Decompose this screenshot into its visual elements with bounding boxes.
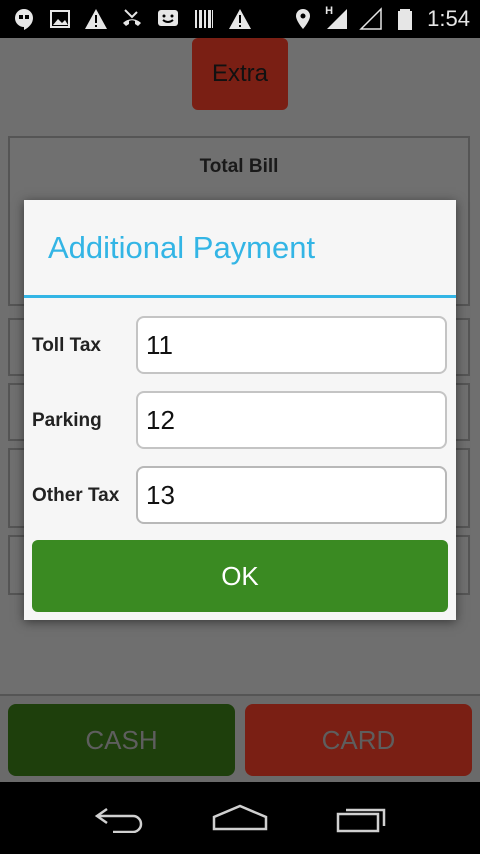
hangouts-icon: [12, 7, 36, 31]
additional-payment-dialog: Additional Payment Toll Tax Parking Othe…: [24, 200, 456, 620]
toll-tax-row: Toll Tax: [24, 316, 456, 374]
status-bar: H 1:54: [0, 0, 480, 38]
signal-type-label: H: [325, 5, 334, 17]
recents-icon[interactable]: [332, 796, 392, 840]
missed-call-icon: [120, 7, 144, 31]
parking-input[interactable]: [136, 391, 447, 449]
battery-icon: [393, 7, 417, 31]
image-icon: [48, 7, 72, 31]
toll-tax-input[interactable]: [136, 316, 447, 374]
payment-bar: CASH CARD: [0, 694, 480, 784]
other-tax-row: Other Tax: [24, 466, 456, 524]
cash-button[interactable]: CASH: [8, 704, 235, 776]
card-button[interactable]: CARD: [245, 704, 472, 776]
signal-h-icon: H: [325, 5, 349, 31]
signal-empty-icon: [359, 7, 383, 31]
barcode-icon: [192, 7, 216, 31]
dialog-title: Additional Payment: [48, 230, 316, 265]
parking-label: Parking: [32, 410, 102, 431]
toll-tax-label: Toll Tax: [32, 335, 101, 356]
warning-icon: [84, 7, 108, 31]
extra-button[interactable]: Extra: [192, 38, 288, 110]
warning-icon: [228, 7, 252, 31]
smiley-icon: [156, 7, 180, 31]
dialog-divider: [24, 295, 456, 298]
other-tax-input[interactable]: [136, 466, 447, 524]
other-tax-label: Other Tax: [32, 485, 120, 506]
navigation-bar: [0, 782, 480, 854]
clock-time: 1:54: [427, 6, 470, 31]
back-icon[interactable]: [90, 796, 150, 840]
parking-row: Parking: [24, 391, 456, 449]
total-bill-title: Total Bill: [199, 156, 279, 177]
home-icon[interactable]: [210, 796, 270, 840]
ok-button[interactable]: OK: [32, 540, 448, 612]
location-icon: [291, 7, 315, 31]
